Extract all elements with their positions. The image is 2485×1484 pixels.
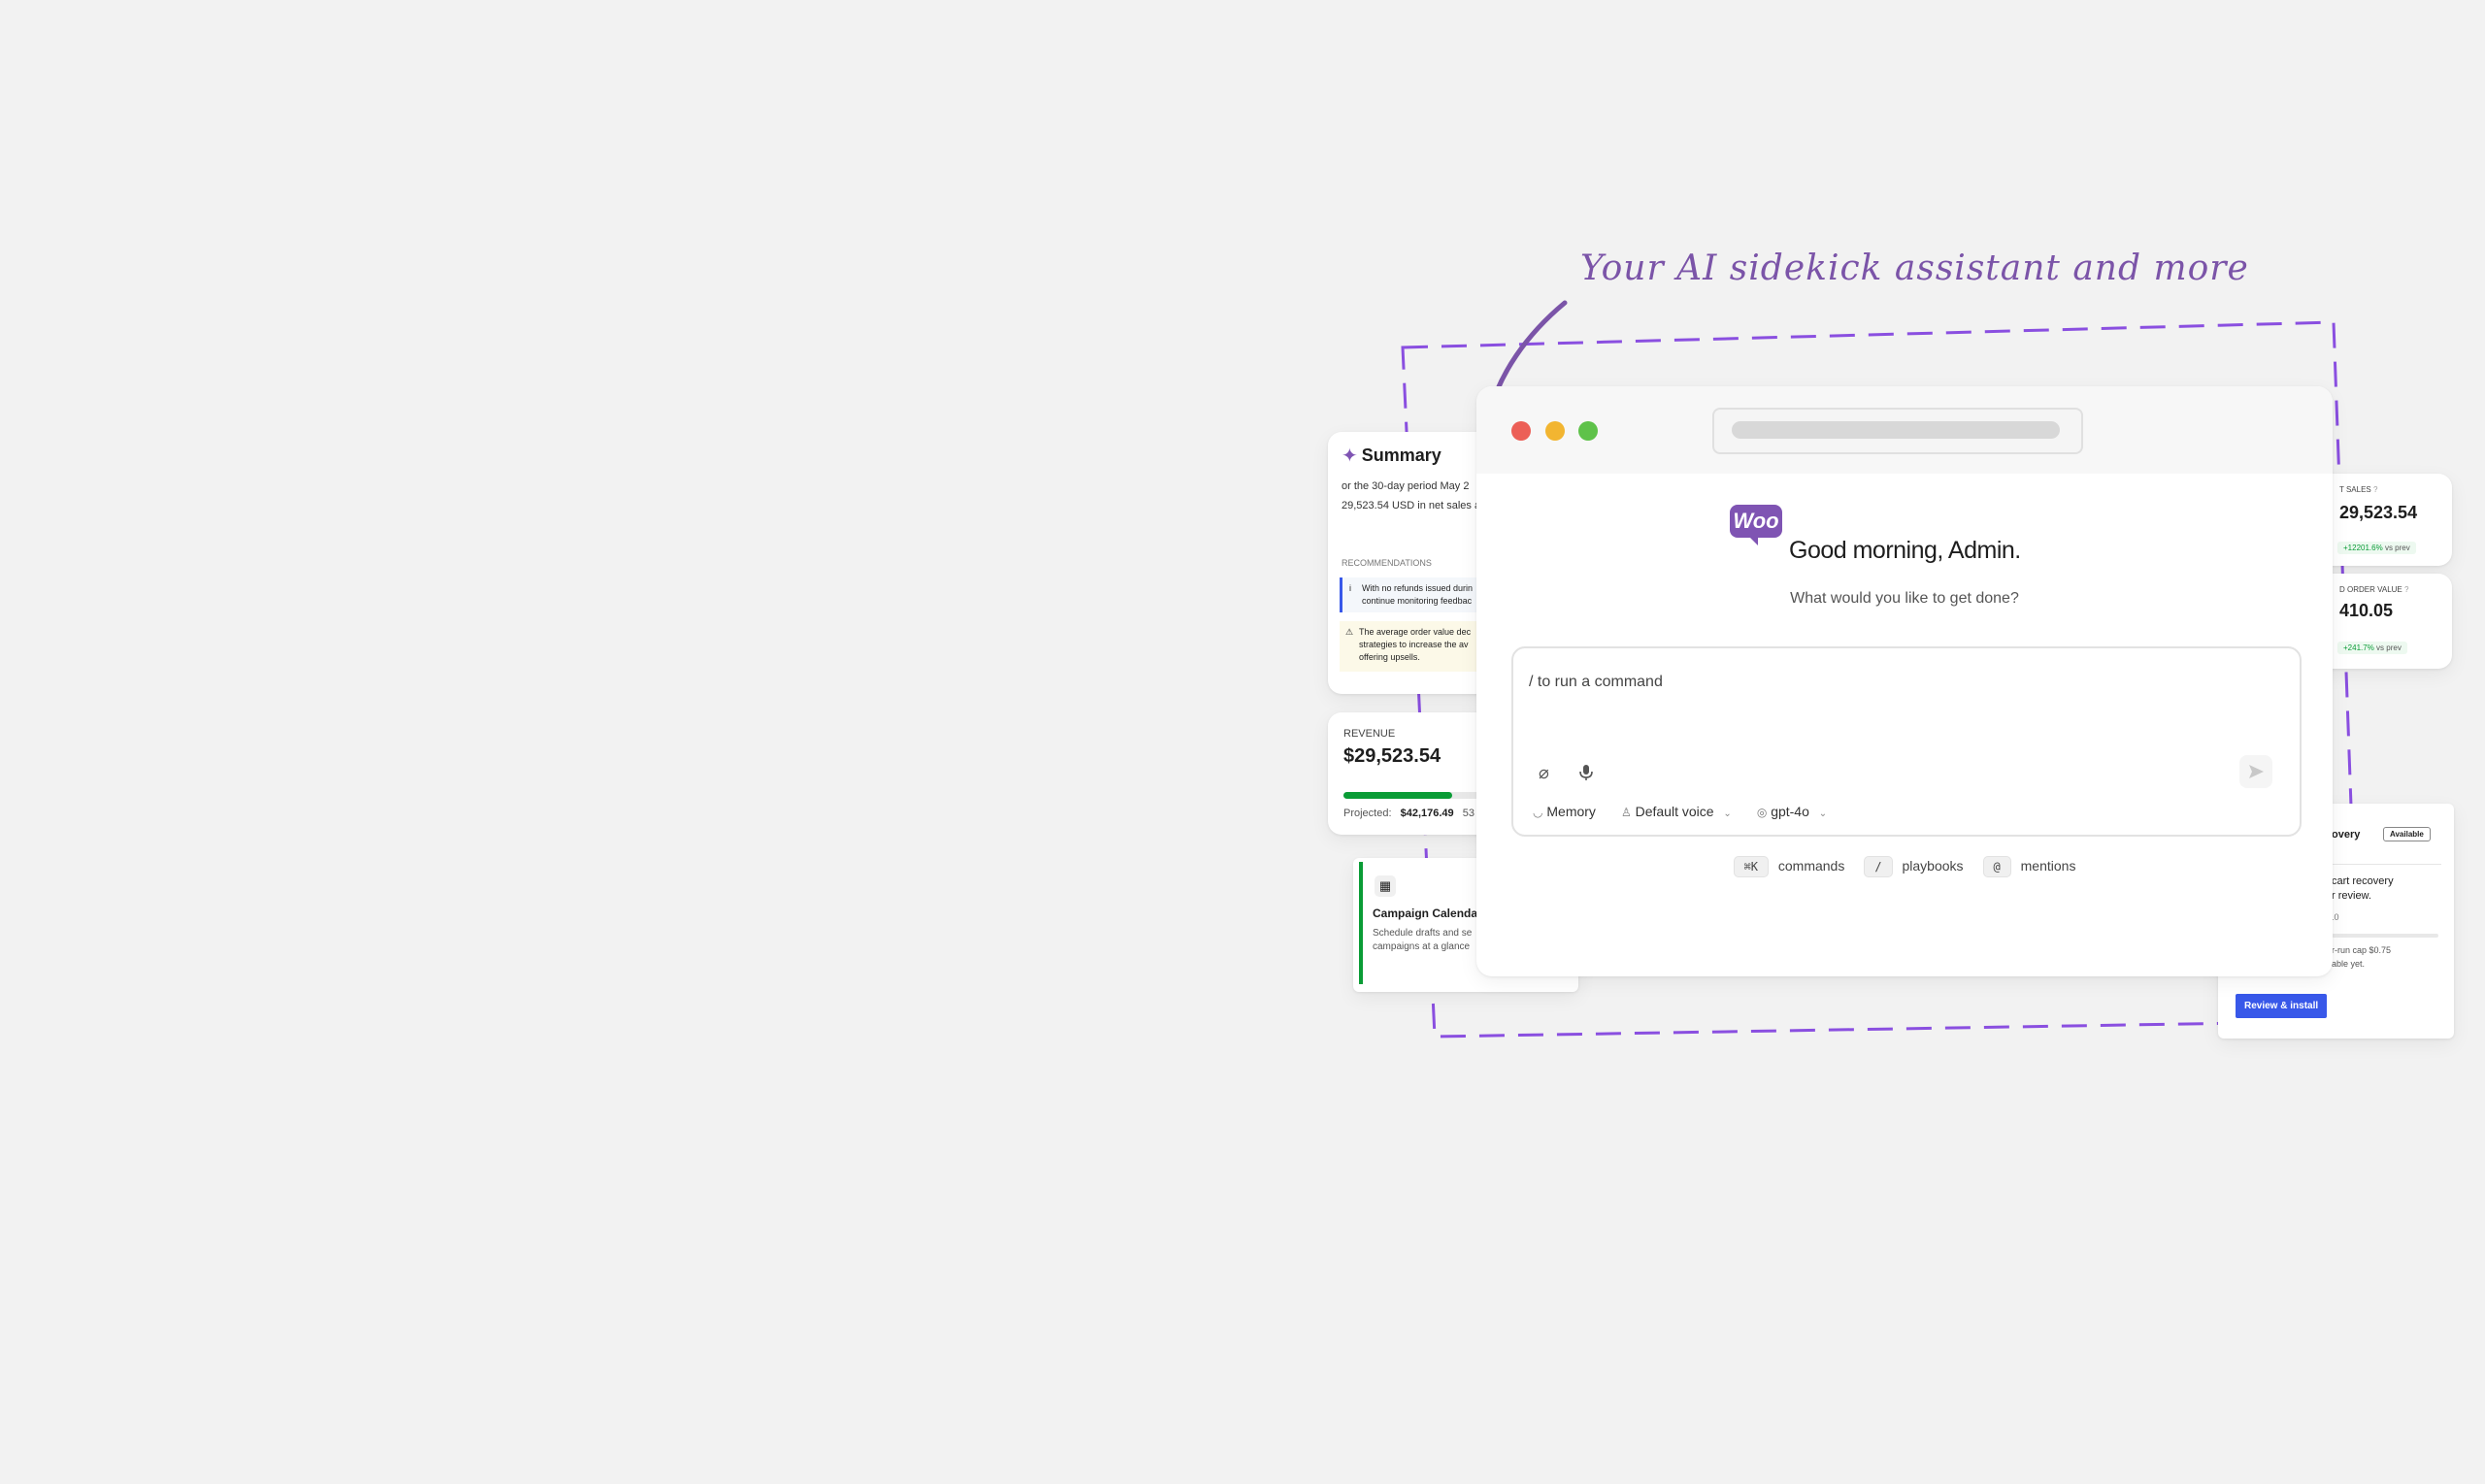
attach-icon[interactable]: ⌀ [1539,763,1549,783]
recovery-line-3: .0 [2332,912,2339,922]
revenue-value: $29,523.54 [1343,745,1441,767]
minimize-window-button[interactable] [1545,421,1565,441]
recovery-line-1: cart recovery [2332,875,2394,887]
sparkle-icon: ✦ [1342,445,1358,467]
model-selector[interactable]: ◎ gpt-4o ⌄ [1757,804,1827,819]
command-input-box[interactable]: / to run a command ⌀ ◡ Memory ♙ Default … [1511,646,2302,837]
shortcut-hints: ⌘K commands / playbooks @ mentions [1476,856,2333,877]
person-icon: ♙ [1620,806,1632,819]
summary-title: Summary [1361,445,1441,465]
voice-selector[interactable]: ♙ Default voice ⌄ [1621,804,1732,819]
main-window: Woo Good morning, Admin. What would you … [1476,386,2333,976]
net-sales-delta: +12201.6% vs prev [2337,542,2416,554]
hint-mentions: @ mentions [1982,856,2075,877]
address-bar[interactable] [1712,408,2083,454]
microphone-icon[interactable] [1579,764,1593,781]
info-icon: i [1349,583,1351,593]
chevron-down-icon: ⌄ [1723,808,1732,819]
projected-extra: 53 [1462,808,1474,819]
revenue-card: REVENUE $29,523.54 Projected: $42,176.49… [1328,712,1498,835]
recovery-line-5: able yet. [2332,959,2366,969]
chevron-down-icon: ⌄ [1818,808,1828,819]
recommendation-warning: ⚠ The average order value dec strategies… [1340,621,1498,672]
revenue-label: REVENUE [1343,728,1396,740]
recovery-line-2: r review. [2332,890,2371,902]
recommendations-heading: RECOMMENDATIONS [1342,558,1432,568]
greeting-title: Good morning, Admin. [1789,537,2021,564]
campaign-desc-2: campaigns at a glance [1373,941,1471,952]
campaign-title: Campaign Calendar [1373,907,1482,920]
aov-delta: +241.7% vs prev [2337,642,2407,654]
recommendation-info: With no refunds issued durin continue mo… [1340,577,1498,612]
campaign-desc-1: Schedule drafts and se [1373,928,1473,939]
model-icon: ◎ [1756,806,1768,819]
memory-toggle[interactable]: ◡ Memory [1533,804,1596,819]
help-icon: ? [2373,485,2378,494]
aov-value: 410.05 [2339,601,2394,620]
send-icon[interactable] [2239,755,2272,788]
warning-icon: ⚠ [1345,627,1354,637]
projected-value: $42,176.49 [1400,808,1454,819]
available-badge: Available [2383,827,2431,841]
review-install-button[interactable]: Review & install [2236,994,2328,1018]
net-sales-value: 29,523.54 [2339,503,2418,522]
net-sales-label: T SALES ? [2339,485,2378,494]
recovery-line-4: r-run cap $0.75 [2332,945,2392,955]
calendar-icon: ▦ [1375,875,1396,897]
projected-label: Projected: [1343,808,1392,819]
hint-playbooks: / playbooks [1864,856,1964,877]
revenue-progress-track [1343,792,1498,799]
help-icon: ? [2404,585,2409,594]
aov-label: D ORDER VALUE ? [2339,585,2409,594]
summary-line-2: 29,523.54 USD in net sales a [1342,500,1481,511]
greeting-subtitle: What would you like to get done? [1790,590,2019,607]
window-titlebar [1476,386,2333,474]
memory-icon: ◡ [1533,806,1543,819]
woo-logo: Woo [1730,505,1782,538]
revenue-progress-fill [1343,792,1452,799]
maximize-window-button[interactable] [1578,421,1598,441]
recovery-title: overy [2332,829,2361,841]
command-input[interactable]: / to run a command [1529,674,1663,691]
hint-commands: ⌘K commands [1733,856,1844,877]
summary-line-1: or the 30-day period May 2 [1342,480,1470,492]
woo-logo-tail [1748,536,1758,545]
summary-card: ✦ Summary or the 30-day period May 2 29,… [1328,432,1498,694]
close-window-button[interactable] [1511,421,1531,441]
